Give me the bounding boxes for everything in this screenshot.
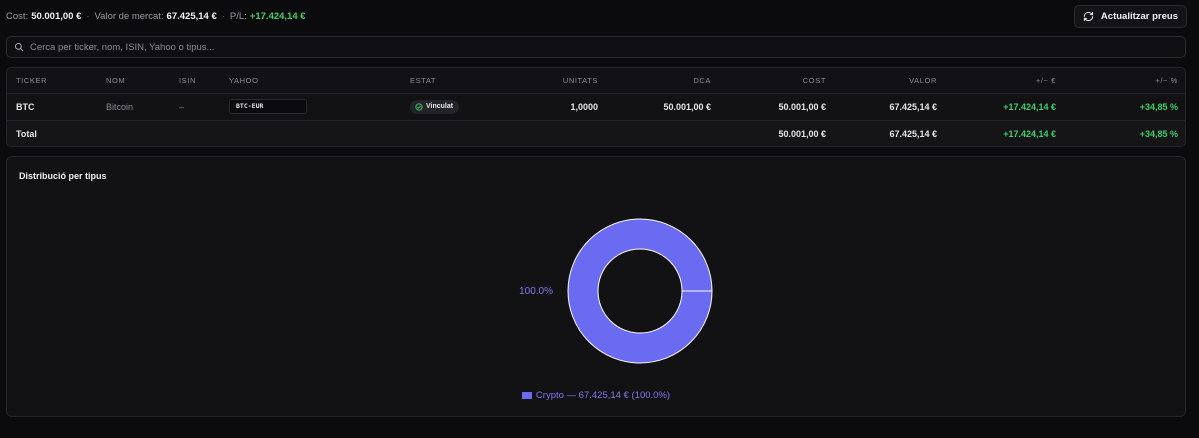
cell-dca: 50.001,00 € <box>607 93 720 121</box>
cell-ticker: BTC <box>7 93 97 121</box>
column-header-dca[interactable]: DCA <box>607 68 720 94</box>
pl-value: +17.424,14 € <box>249 10 306 22</box>
search-icon <box>14 42 24 52</box>
total-pl-pct: +34,85 % <box>1065 120 1185 146</box>
column-header-yahoo[interactable]: YAHOO <box>220 68 401 94</box>
pie-slice-label: 100.0% <box>519 286 553 297</box>
separator: · <box>221 10 225 22</box>
pl-label: P/L: <box>229 10 247 22</box>
column-header-isin[interactable]: ISIN <box>170 68 220 94</box>
refresh-prices-button[interactable]: Actualitzar preus <box>1073 4 1187 28</box>
market-value-label: Valor de mercat: <box>94 10 164 22</box>
top-bar: Cost: 50.001,00 € · Valor de mercat: 67.… <box>6 4 1187 28</box>
legend-label-crypto: Crypto — 67.425,14 € (100.0%) <box>535 390 671 401</box>
cost-value: 50.001,00 € <box>31 10 82 22</box>
column-header-name[interactable]: NOM <box>97 68 170 94</box>
search-bar <box>6 36 1186 58</box>
status-badge: Vinculat <box>410 99 460 114</box>
total-pl-eur: +17.424,14 € <box>946 120 1065 146</box>
cell-pl-eur: +17.424,14 € <box>946 93 1065 121</box>
total-row: Total 50.001,00 € 67.425,14 € +17.424,14… <box>7 120 1185 146</box>
legend-swatch-crypto <box>521 392 532 399</box>
donut-chart: 100.0% <box>519 218 713 364</box>
column-header-value[interactable]: VALOR <box>835 68 946 94</box>
distribution-chart-card: Distribució per tipus 100.0% Crypto — 67… <box>6 156 1186 417</box>
chart-legend[interactable]: Crypto — 67.425,14 € (100.0%) <box>7 390 1185 401</box>
yahoo-symbol-field[interactable]: BTC-EUR <box>229 99 307 114</box>
table-row[interactable]: BTC Bitcoin – BTC-EUR Vinculat 1,0000 50… <box>7 93 1185 121</box>
cell-yahoo: BTC-EUR <box>220 93 401 121</box>
portfolio-summary: Cost: 50.001,00 € · Valor de mercat: 67.… <box>6 11 306 22</box>
column-header-units[interactable]: UNITATS <box>501 68 607 94</box>
column-header-cost[interactable]: COST <box>720 68 835 94</box>
column-header-status[interactable]: ESTAT <box>401 68 501 94</box>
refresh-label: Actualitzar preus <box>1100 10 1178 22</box>
column-header-ticker[interactable]: TICKER <box>7 68 97 94</box>
cell-cost: 50.001,00 € <box>720 93 835 121</box>
table-header-row: TICKER NOM ISIN YAHOO ESTAT UNITATS DCA … <box>7 68 1185 94</box>
cell-pl-pct: +34,85 % <box>1065 93 1185 121</box>
cell-name: Bitcoin <box>97 93 170 121</box>
market-value: 67.425,14 € <box>166 10 217 22</box>
holdings-table: TICKER NOM ISIN YAHOO ESTAT UNITATS DCA … <box>6 67 1186 147</box>
cell-units: 1,0000 <box>501 93 607 121</box>
column-header-pl-eur[interactable]: +/− € <box>946 68 1065 94</box>
check-circle-icon <box>415 102 423 111</box>
cell-isin: – <box>170 93 220 121</box>
refresh-icon <box>1083 11 1094 21</box>
status-label: Vinculat <box>426 103 454 110</box>
cell-status: Vinculat <box>401 93 501 121</box>
cost-label: Cost: <box>6 10 29 22</box>
total-value: 67.425,14 € <box>835 120 946 146</box>
separator: · <box>86 10 90 22</box>
total-cost: 50.001,00 € <box>720 120 835 146</box>
cell-value: 67.425,14 € <box>835 93 946 121</box>
total-label: Total <box>7 120 97 146</box>
column-header-pl-pct[interactable]: +/− % <box>1065 68 1185 94</box>
search-input[interactable] <box>30 41 1185 53</box>
